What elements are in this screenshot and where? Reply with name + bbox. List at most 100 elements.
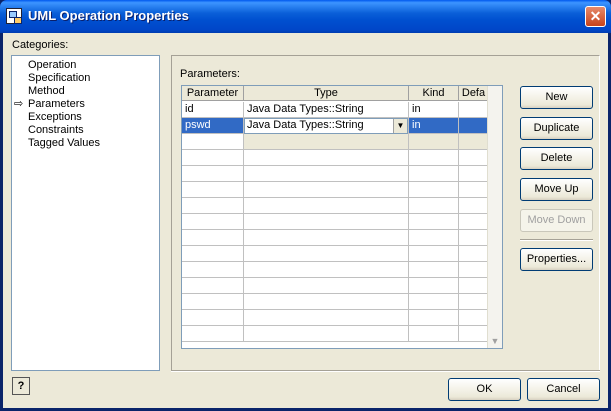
properties-button[interactable]: Properties... [520,248,593,271]
empty-row [182,262,502,278]
cell [244,166,409,182]
category-constraints[interactable]: Constraints [28,124,84,137]
cell-kind[interactable]: in [409,102,459,118]
cell [182,326,244,342]
cell [182,198,244,214]
cell [244,150,409,166]
empty-row[interactable] [182,134,502,150]
category-tagged-values[interactable]: Tagged Values [28,137,100,150]
delete-button[interactable]: Delete [520,147,593,170]
category-exceptions[interactable]: Exceptions [28,111,82,124]
cell [459,214,489,230]
cell [244,262,409,278]
column-header-kind[interactable]: Kind [409,86,459,101]
cell [459,294,489,310]
cell-parameter[interactable] [182,134,244,150]
column-header-parameter[interactable]: Parameter [182,86,244,101]
cell-type [244,134,409,150]
category-parameters[interactable]: Parameters [28,98,85,111]
cell [182,310,244,326]
categories-list[interactable]: ⇨ Operation Specification Method Paramet… [11,55,160,371]
cell [244,326,409,342]
cell [182,278,244,294]
parameters-grid[interactable]: Parameter Type Kind Defa id Java Data Ty… [181,85,503,349]
cell [182,294,244,310]
close-button[interactable]: ✕ [585,6,606,27]
chevron-down-icon[interactable]: ▼ [393,119,407,133]
ok-button[interactable]: OK [448,378,521,401]
cell [244,182,409,198]
cell [459,246,489,262]
empty-row [182,294,502,310]
cell [459,150,489,166]
empty-row [182,150,502,166]
type-combobox[interactable]: Java Data Types::String ▼ [244,118,408,134]
window-title: UML Operation Properties [28,8,189,23]
vertical-scrollbar[interactable]: ▼ [487,86,502,348]
cell [409,150,459,166]
uml-app-icon [6,8,22,24]
categories-label: Categories: [12,39,69,51]
cancel-button[interactable]: Cancel [527,378,600,401]
cell [182,230,244,246]
cell-parameter[interactable]: pswd [182,118,244,134]
cell-default[interactable] [459,102,489,118]
cell [182,182,244,198]
button-separator [520,239,593,241]
empty-row [182,278,502,294]
category-specification[interactable]: Specification [28,72,90,85]
cell [459,262,489,278]
cell [459,230,489,246]
title-bar[interactable]: UML Operation Properties ✕ [0,0,611,33]
cell [244,230,409,246]
table-row-selected[interactable]: pswd Java Data Types::String ▼ in [182,118,502,134]
cell [244,294,409,310]
cell [182,214,244,230]
cell [409,246,459,262]
cell [244,310,409,326]
dialog-window: UML Operation Properties ✕ Categories: ⇨… [0,0,611,411]
parameters-label: Parameters: [180,68,240,80]
category-method[interactable]: Method [28,85,65,98]
cell-type[interactable]: Java Data Types::String [244,102,409,118]
dialog-client-area: Categories: ⇨ Operation Specification Me… [3,33,608,408]
cell [409,310,459,326]
cell [459,310,489,326]
category-operation[interactable]: Operation [28,59,76,72]
cell [459,326,489,342]
cell [409,278,459,294]
move-down-button[interactable]: Move Down [520,209,593,232]
help-icon: ? [17,380,25,392]
cell-parameter[interactable]: id [182,102,244,118]
grid-header: Parameter Type Kind Defa [182,86,502,102]
cell [409,294,459,310]
cell [244,246,409,262]
cell [244,278,409,294]
column-header-type[interactable]: Type [244,86,409,101]
cell [459,198,489,214]
cell-default [459,134,489,150]
table-row[interactable]: id Java Data Types::String in [182,102,502,118]
cell [409,166,459,182]
move-up-button[interactable]: Move Up [520,178,593,201]
cell-kind[interactable]: in [409,118,459,134]
cell [459,166,489,182]
new-button[interactable]: New [520,86,593,109]
cell-default[interactable] [459,118,489,134]
empty-row [182,230,502,246]
help-button[interactable]: ? [12,377,30,395]
empty-row [182,182,502,198]
cell [409,182,459,198]
empty-row [182,166,502,182]
cell [409,214,459,230]
cell [244,214,409,230]
empty-row [182,214,502,230]
cell [182,166,244,182]
duplicate-button[interactable]: Duplicate [520,117,593,140]
cell-kind [409,134,459,150]
scroll-down-icon[interactable]: ▼ [488,334,502,348]
cell [409,198,459,214]
cell [409,326,459,342]
column-header-default[interactable]: Defa [459,86,489,101]
type-combobox-value: Java Data Types::String [247,119,364,131]
